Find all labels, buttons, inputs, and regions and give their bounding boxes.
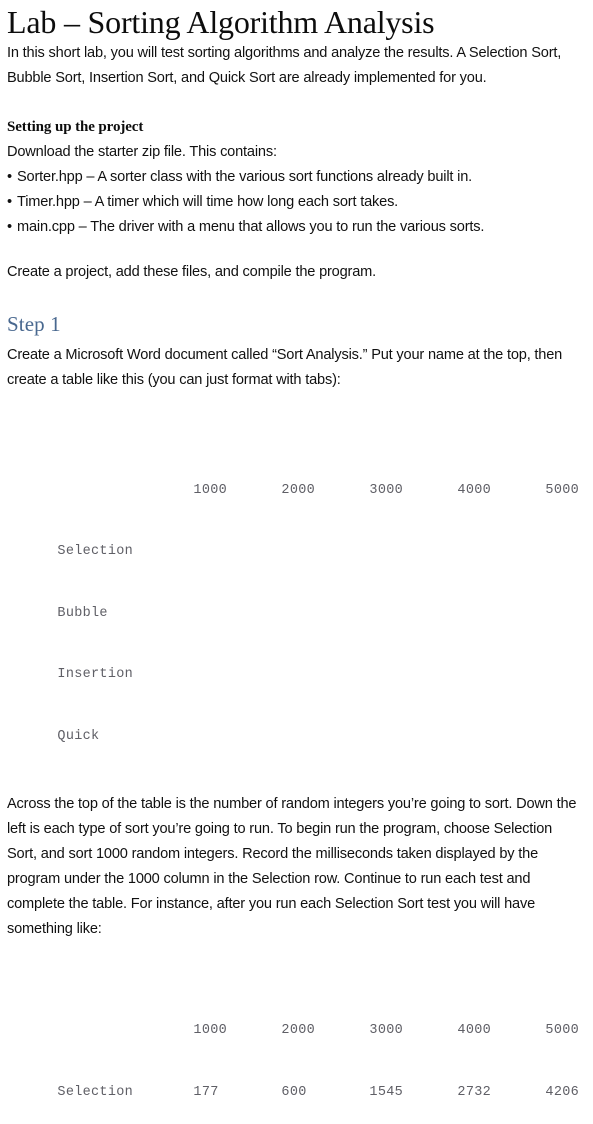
row-label: Selection	[57, 1084, 134, 1100]
bullet-icon: •	[7, 219, 12, 235]
table-row: Bubble	[7, 583, 583, 621]
table-cell: 1545	[369, 1084, 404, 1100]
blank-results-table: 1000 2000 3000 4000 5000 Selection Bubble In…	[7, 419, 583, 768]
step1-explanation: Across the top of the table is the numbe…	[7, 795, 577, 937]
list-item-label: Sorter.hpp – A sorter class with the var…	[17, 169, 472, 185]
bullet-icon: •	[7, 169, 12, 185]
column-header: 4000	[457, 1023, 492, 1038]
step1-heading: Step 1	[7, 312, 61, 336]
table-header-row: 1000 2000 3000 4000 5000	[7, 460, 583, 498]
row-label: Selection	[57, 544, 134, 559]
row-label: Insertion	[57, 667, 134, 682]
column-header: 5000	[545, 1023, 580, 1038]
table-row: Insertion	[7, 645, 583, 682]
example-results-table: 1000 2000 3000 4000 5000 Selection 177 600 1545…	[7, 960, 583, 1124]
column-header: 3000	[369, 1023, 404, 1038]
row-label: Quick	[57, 728, 100, 744]
table-row: Selection 177 600 1545 2732 4206	[7, 1062, 583, 1100]
column-header: 2000	[281, 482, 316, 498]
setup-heading: Setting up the project	[7, 119, 144, 135]
setup-closing-paragraph: Create a project, add these files, and c…	[7, 264, 377, 280]
list-item: • main.cpp – The driver with a menu that …	[7, 215, 583, 240]
column-header: 1000	[193, 1023, 228, 1038]
document-page: Lab – Sorting Algorithm Analysis In this…	[0, 0, 593, 1100]
table-cell: 600	[281, 1084, 307, 1100]
list-item-label: main.cpp – The driver with a menu that a…	[17, 219, 485, 235]
list-item: • Timer.hpp – A timer which will time how…	[7, 190, 583, 215]
step1-instruction: Create a Microsoft Word document called …	[7, 347, 563, 388]
row-label: Bubble	[57, 605, 108, 621]
table-cell: 4206	[545, 1084, 580, 1100]
bullet-icon: •	[7, 194, 12, 210]
intro-paragraph: In this short lab, you will test sorting…	[7, 45, 562, 86]
column-header: 3000	[369, 482, 404, 498]
list-item-label: Timer.hpp – A timer which will time how …	[17, 194, 399, 210]
column-header: 4000	[457, 482, 492, 498]
column-header: 1000	[193, 482, 228, 498]
page-title: Lab – Sorting Algorithm Analysis	[7, 4, 435, 40]
column-header: 5000	[545, 482, 580, 498]
table-cell: 2732	[457, 1084, 492, 1100]
table-header-row: 1000 2000 3000 4000 5000	[7, 1001, 583, 1038]
setup-lead-in: Download the starter zip file. This cont…	[7, 144, 277, 160]
column-header: 2000	[281, 1023, 316, 1038]
table-cell: 177	[193, 1084, 219, 1100]
table-row: Quick	[7, 706, 583, 744]
list-item: • Sorter.hpp – A sorter class with the va…	[7, 165, 583, 190]
starter-file-list: • Sorter.hpp – A sorter class with the va…	[7, 165, 583, 240]
table-row: Selection	[7, 522, 583, 559]
